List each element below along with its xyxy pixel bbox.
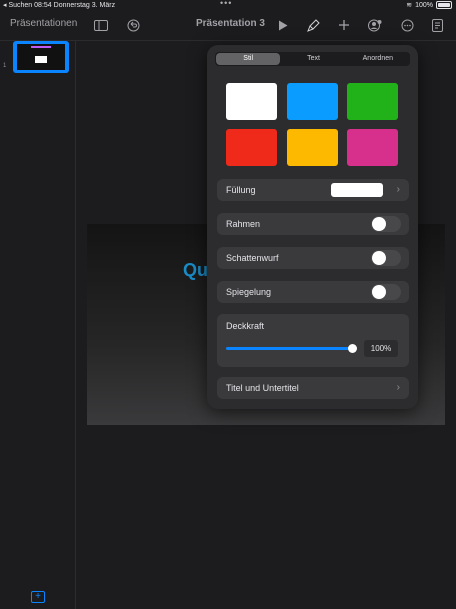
swatch-white[interactable] [226, 83, 277, 120]
opacity-slider-track[interactable] [226, 347, 354, 350]
slide-navigator: 1 + [0, 41, 76, 609]
plus-icon[interactable] [335, 16, 353, 34]
fill-label: Füllung [226, 185, 256, 195]
border-label: Rahmen [226, 219, 261, 229]
thumbnail-shape [35, 56, 47, 63]
play-icon[interactable] [274, 16, 292, 34]
title-subtitle-label: Titel und Untertitel [226, 383, 299, 393]
document-icon[interactable] [428, 16, 446, 34]
thumbnail-title-bar [31, 46, 51, 48]
shadow-label: Schattenwurf [226, 253, 279, 263]
title-subtitle-row[interactable]: Titel und Untertitel › [217, 377, 409, 399]
toolbar: Präsentationen Präsentation 3 [0, 10, 456, 41]
slide-thumbnail-preview [17, 44, 65, 70]
status-time: 08:54 [34, 2, 52, 9]
shadow-row: Schattenwurf [217, 247, 409, 269]
shadow-toggle[interactable] [371, 250, 401, 266]
battery-icon [436, 1, 452, 9]
slide-number: 1 [3, 63, 7, 69]
swatch-blue[interactable] [287, 83, 338, 120]
back-to-app[interactable]: ◂ Suchen [3, 2, 32, 9]
tab-arrange[interactable]: Anordnen [346, 52, 410, 66]
swatch-green[interactable] [347, 83, 398, 120]
paintbrush-icon[interactable] [304, 16, 322, 34]
chevron-right-icon: › [396, 184, 400, 195]
toggle-knob [372, 217, 386, 231]
swatch-red[interactable] [226, 129, 277, 166]
collaborate-icon[interactable] [366, 16, 384, 34]
multitask-dots[interactable]: ••• [220, 0, 232, 8]
slide-thumbnail[interactable] [13, 41, 69, 73]
toggle-knob [372, 285, 386, 299]
opacity-value-field[interactable]: 100% [364, 340, 398, 357]
reflection-row: Spiegelung [217, 281, 409, 303]
presentations-back-button[interactable]: Präsentationen [10, 18, 77, 29]
add-slide-button[interactable]: + [31, 591, 45, 603]
undo-icon[interactable] [124, 16, 142, 34]
slide-title-text[interactable]: Qu [183, 260, 208, 281]
battery-percent: 100% [415, 1, 433, 9]
sidebar-icon[interactable] [92, 16, 110, 34]
opacity-slider-thumb[interactable] [348, 344, 357, 353]
reflection-toggle[interactable] [371, 284, 401, 300]
swatch-magenta[interactable] [347, 129, 398, 166]
wifi-icon: ≋ [406, 2, 413, 9]
document-title[interactable]: Präsentation 3 [196, 18, 265, 29]
status-bar: ◂ Suchen 08:54 Donnerstag 3. März ••• ≋ … [0, 0, 456, 10]
tab-style[interactable]: Stil [216, 53, 281, 65]
reflection-label: Spiegelung [226, 287, 272, 297]
toggle-knob [372, 251, 386, 265]
border-row: Rahmen [217, 213, 409, 235]
tab-text[interactable]: Text [281, 52, 345, 66]
opacity-label: Deckkraft [226, 321, 265, 331]
more-icon[interactable] [398, 16, 416, 34]
opacity-card: Deckkraft 100% [217, 314, 409, 367]
fill-row[interactable]: Füllung › [217, 179, 409, 201]
status-date: Donnerstag 3. März [53, 2, 116, 9]
format-popover: Stil Text Anordnen Füllung › Rahmen Scha… [207, 45, 418, 409]
border-toggle[interactable] [371, 216, 401, 232]
chevron-right-icon: › [396, 382, 400, 393]
swatch-yellow[interactable] [287, 129, 338, 166]
format-tabs: Stil Text Anordnen [215, 52, 410, 66]
fill-color-preview [331, 183, 383, 197]
